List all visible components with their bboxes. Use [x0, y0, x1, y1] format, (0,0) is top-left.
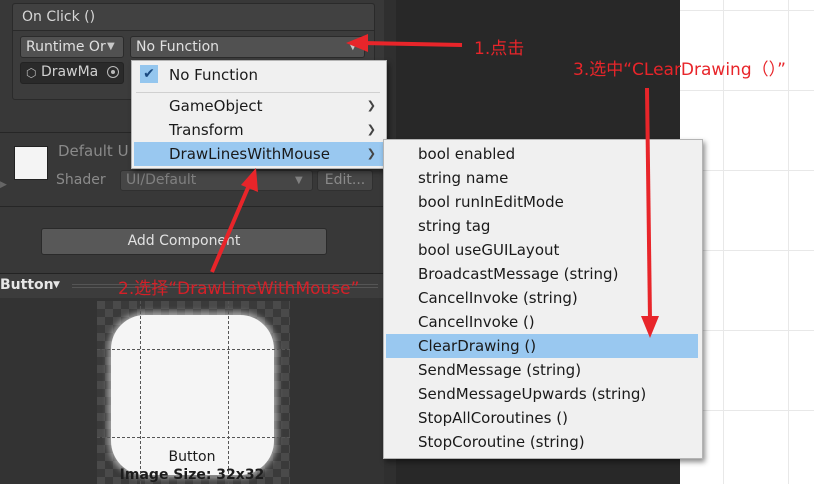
arrow-step1-line [361, 41, 463, 47]
arrow-step2-line [210, 182, 252, 273]
arrow-step3-head [641, 316, 659, 338]
arrow-step3-line [645, 87, 652, 321]
arrow-step1-head [346, 34, 368, 52]
annotation-step2: 2.选择“DrawLineWithMouse” [118, 279, 360, 299]
annotation-step3: 3.选中“CLearDrawing（）” [573, 60, 786, 80]
arrow-step2-head [241, 168, 258, 192]
annotation-step1: 1.点击 [474, 39, 525, 59]
